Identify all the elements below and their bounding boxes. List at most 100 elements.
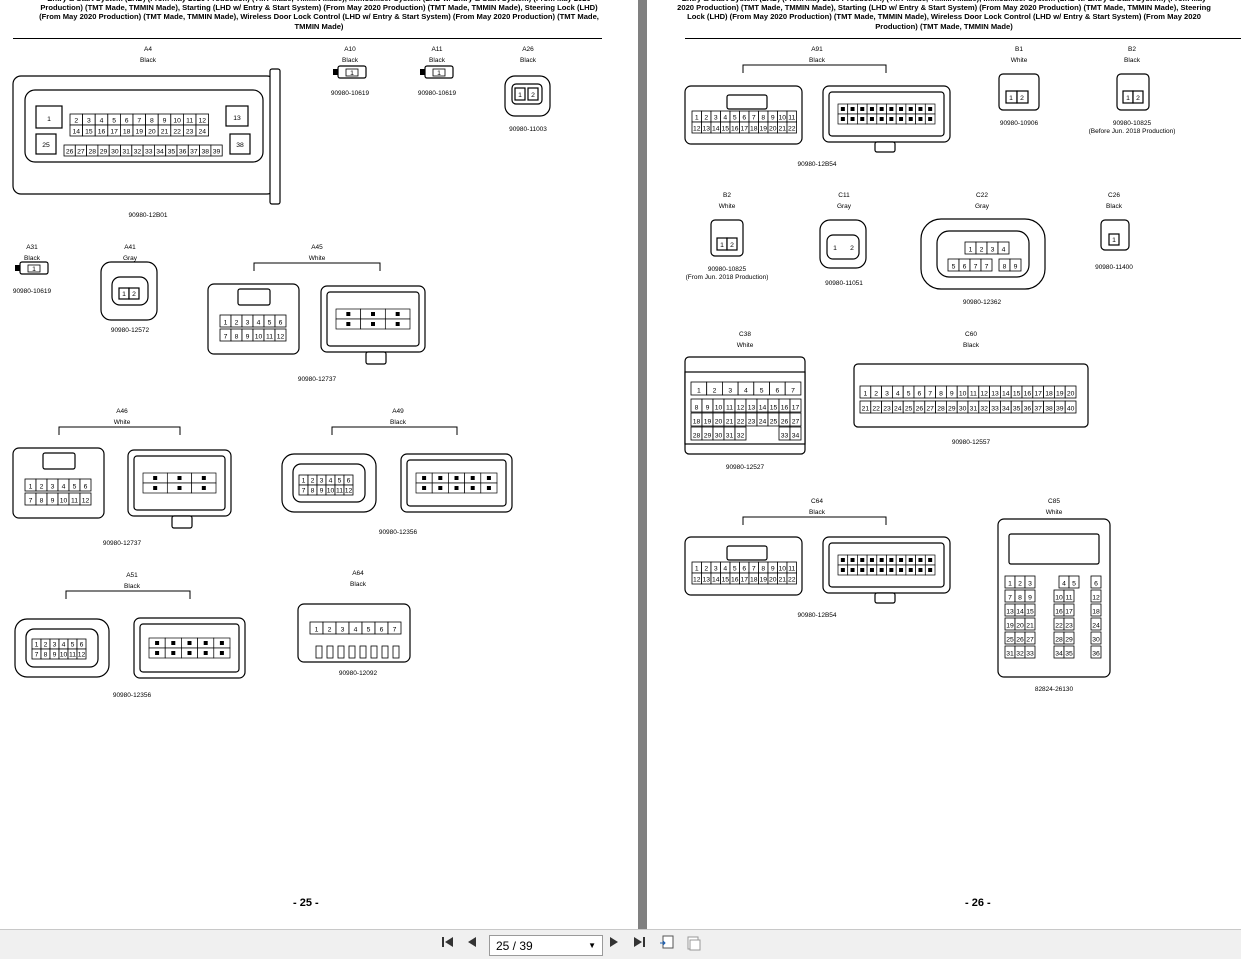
lock-tab (171, 515, 193, 529)
pin-number: 10 (255, 334, 263, 341)
connector-id: C38 (739, 331, 751, 338)
previous-page-icon[interactable] (465, 935, 485, 955)
pin-number: 18 (693, 419, 701, 426)
pin-number: 18 (750, 577, 758, 584)
connector-id: A64 (352, 570, 364, 577)
latch (333, 69, 338, 75)
terminal (454, 476, 459, 480)
page-number-value: 25 / 39 (496, 938, 533, 953)
connector-id: A91 (811, 46, 823, 53)
pin-number: 7 (29, 498, 33, 505)
pin-number: 2 (730, 242, 734, 249)
part-number: 90980-12527 (726, 464, 765, 471)
pin-number: 15 (721, 126, 729, 133)
pin-number: 40 (1067, 406, 1075, 413)
pin-number: 3 (341, 627, 345, 634)
pin-number: 2 (850, 245, 854, 252)
pin-number: 9 (1028, 595, 1032, 602)
pin-number: 2 (704, 115, 708, 122)
terminal (155, 641, 160, 645)
terminal (155, 651, 160, 655)
terminal (928, 558, 933, 562)
pin-number: 8 (761, 115, 765, 122)
pin-number: 16 (731, 126, 739, 133)
group-bracket (331, 426, 458, 435)
latch (237, 288, 271, 306)
pin-number: 6 (918, 391, 922, 398)
pin-number: 31 (970, 406, 978, 413)
part-number: 90980-11400 (1095, 264, 1133, 271)
pin-number: 19 (704, 419, 712, 426)
pin-number: 1 (437, 70, 441, 77)
document-viewer[interactable]: Entry & Start System (LHD) (From May 202… (0, 0, 1241, 929)
pin-number: 1 (1112, 237, 1116, 244)
pin-number: 1 (864, 391, 868, 398)
connector-color: Gray (975, 203, 990, 210)
pin-number: 4 (744, 388, 748, 395)
terminal (869, 568, 874, 572)
terminal (899, 107, 904, 111)
latch (726, 545, 768, 561)
terminal (918, 107, 923, 111)
terminal (918, 558, 923, 562)
pin-number: 6 (1094, 581, 1098, 588)
pin-number: 35 (168, 149, 176, 156)
pin-number: 7 (224, 334, 228, 341)
pin-number: 1 (29, 484, 33, 491)
pin-number: 3 (1028, 581, 1032, 588)
connector-id: C11 (838, 192, 850, 199)
terminal (454, 486, 459, 490)
page-number-field[interactable]: 25 / 39 ▼ (489, 935, 603, 956)
pin-number: 8 (939, 391, 943, 398)
pin-number: 34 (1002, 406, 1010, 413)
fit-width-icon[interactable] (685, 935, 705, 955)
pin-number: 13 (748, 405, 756, 412)
pin-number: 38 (1045, 406, 1053, 413)
pin-number: 17 (740, 126, 748, 133)
first-page-icon[interactable] (441, 935, 461, 955)
pin-number: 8 (311, 488, 315, 495)
pin-number: 25 (42, 142, 50, 149)
pin-number: 14 (712, 126, 720, 133)
connector-id: A31 (26, 244, 38, 251)
pin-number: 11 (186, 118, 193, 125)
pin-number: 14 (759, 405, 767, 412)
pin-number: 9 (51, 498, 55, 505)
connector-id: C64 (811, 498, 823, 505)
pin-number: 31 (1006, 651, 1014, 658)
connector-color: Black (520, 57, 537, 64)
pin-number: 8 (1003, 264, 1007, 271)
pin-number: 3 (87, 118, 91, 125)
pin-number: 1 (1008, 581, 1012, 588)
chevron-down-icon[interactable]: ▼ (588, 941, 596, 950)
terminal (153, 486, 158, 490)
pin-number: 6 (347, 478, 351, 485)
terminal (889, 117, 894, 121)
terminal (879, 107, 884, 111)
next-page-icon[interactable] (607, 935, 627, 955)
pin-number: 14 (1016, 609, 1024, 616)
pin-number: 23 (883, 406, 891, 413)
terminal (850, 107, 855, 111)
pin-number: 3 (714, 566, 718, 573)
terminal (422, 476, 427, 480)
pin-number: 6 (80, 642, 84, 649)
pin-number: 16 (1024, 391, 1032, 398)
last-page-icon[interactable] (632, 935, 652, 955)
fit-page-icon[interactable] (659, 935, 679, 955)
pin-number: 33 (145, 149, 153, 156)
pin-number: 19 (1006, 623, 1014, 630)
group-bracket (742, 64, 887, 73)
pin-number: 39 (213, 149, 221, 156)
latch (420, 69, 425, 75)
pin-number: 1 (35, 642, 39, 649)
pin-number: 2 (132, 291, 136, 298)
connector-id: C26 (1108, 192, 1120, 199)
connector-color: Black (809, 509, 826, 516)
pin-number: 3 (246, 320, 250, 327)
pin-number: 32 (980, 406, 988, 413)
pin-number: 11 (266, 334, 273, 341)
pin-number: 10 (327, 488, 335, 495)
pin-number: 26 (916, 406, 924, 413)
connector-id: A46 (116, 408, 128, 415)
